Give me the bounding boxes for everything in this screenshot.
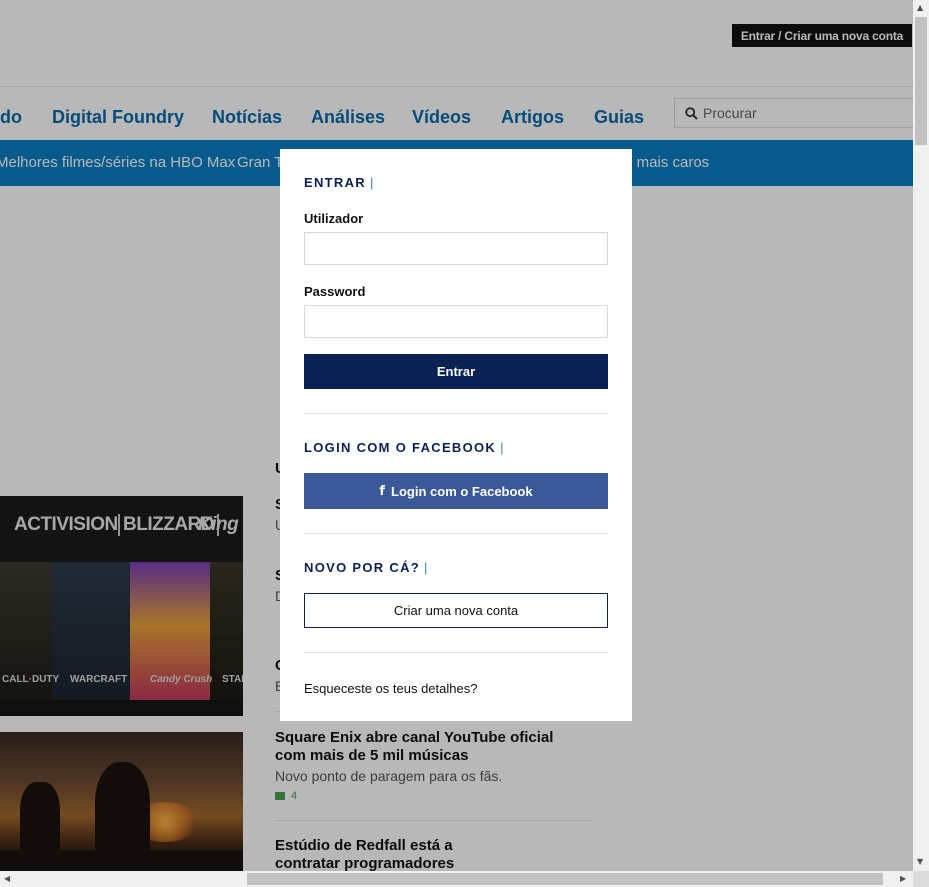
create-account-button[interactable]: Criar uma nova conta <box>304 593 608 628</box>
login-modal: ENTRAR | Utilizador Password Entrar LOGIN… <box>280 149 632 721</box>
new-user-heading-text: NOVO POR CÁ? <box>304 560 420 575</box>
forgot-details-link[interactable]: Esqueceste os teus detalhes? <box>304 681 477 696</box>
facebook-heading: LOGIN COM O FACEBOOK | <box>304 440 504 455</box>
password-label: Password <box>304 284 366 299</box>
login-heading-text: ENTRAR <box>304 175 366 190</box>
facebook-button-label: Login com o Facebook <box>391 483 533 499</box>
scroll-up-arrow-icon[interactable]: ▲ <box>917 3 923 12</box>
scroll-down-arrow-icon[interactable]: ▼ <box>917 857 923 866</box>
scroll-left-arrow-icon[interactable]: ◀ <box>4 874 10 883</box>
vertical-scrollbar[interactable]: ▲ ▼ <box>913 0 929 871</box>
username-field[interactable] <box>304 232 608 265</box>
facebook-heading-text: LOGIN COM O FACEBOOK <box>304 440 497 455</box>
password-field[interactable] <box>304 305 608 338</box>
login-submit-button[interactable]: Entrar <box>304 354 608 389</box>
new-user-heading: NOVO POR CÁ? | <box>304 560 427 575</box>
heading-separator: | <box>424 560 428 575</box>
vertical-scroll-thumb[interactable] <box>915 17 927 145</box>
horizontal-scroll-thumb[interactable] <box>247 873 883 885</box>
login-heading: ENTRAR | <box>304 175 373 190</box>
heading-separator: | <box>369 175 374 190</box>
username-label: Utilizador <box>304 211 364 226</box>
heading-separator: | <box>500 440 504 455</box>
modal-divider <box>304 413 608 414</box>
scrollbar-corner <box>913 871 929 887</box>
facebook-icon: f <box>379 483 386 499</box>
horizontal-scrollbar[interactable]: ◀ ▶ <box>0 871 913 887</box>
facebook-login-button[interactable]: f Login com o Facebook <box>304 473 608 509</box>
modal-divider <box>304 533 608 534</box>
modal-divider <box>304 652 608 653</box>
scroll-right-arrow-icon[interactable]: ▶ <box>900 874 906 883</box>
